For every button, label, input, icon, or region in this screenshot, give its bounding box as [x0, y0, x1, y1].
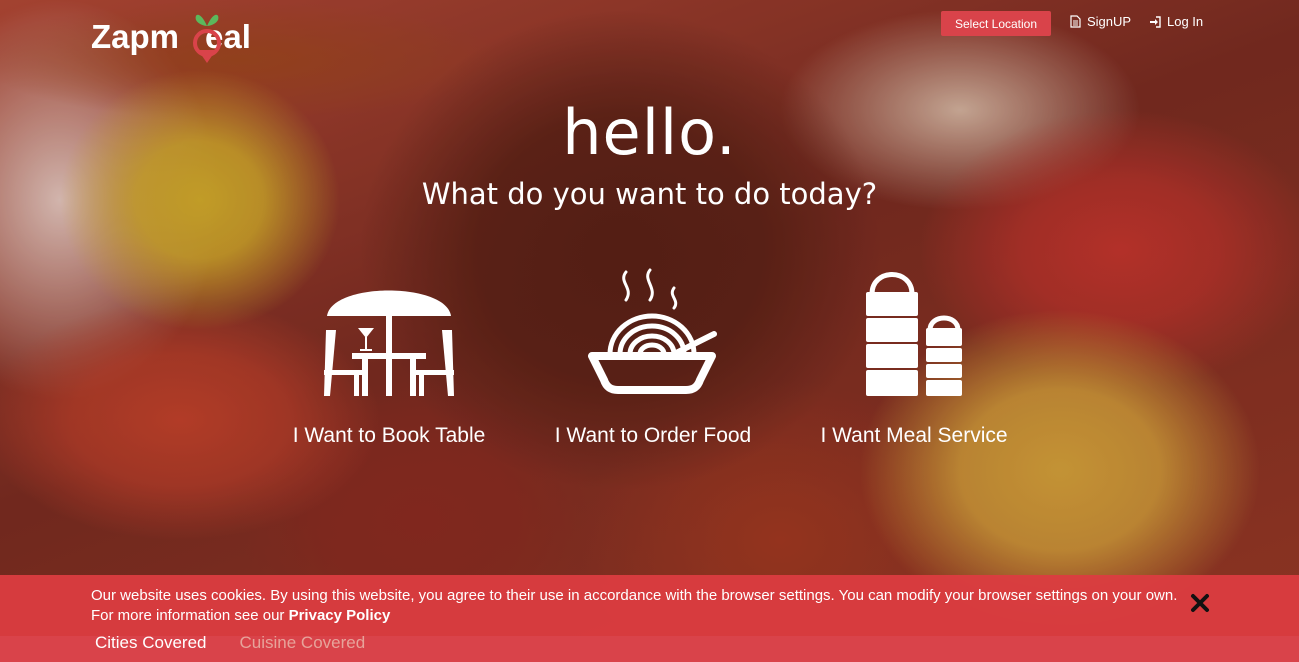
cookie-message: Our website uses cookies. By using this … [91, 586, 1181, 626]
privacy-policy-link[interactable]: Privacy Policy [289, 607, 391, 624]
document-icon [1070, 15, 1081, 28]
stats-row: Cities Covered Cuisine Covered [95, 633, 365, 653]
hero-title: hello. [562, 96, 737, 169]
tomato-pin-icon [193, 14, 221, 63]
order-food-option[interactable]: I Want to Order Food [538, 258, 768, 448]
book-table-label: I Want to Book Table [292, 424, 486, 447]
zapmeal-logo[interactable]: Zapm eal [91, 6, 261, 66]
signup-label: SignUP [1087, 14, 1132, 29]
sign-in-icon [1150, 15, 1161, 28]
hero-subtitle: What do you want to do today? [421, 177, 878, 211]
noodle-bowl-icon [588, 268, 717, 394]
close-icon[interactable] [1188, 591, 1212, 615]
tiffin-box-icon [866, 272, 962, 396]
meal-service-label: I Want Meal Service [820, 424, 1008, 447]
book-table-option[interactable]: I Want to Book Table [274, 258, 504, 448]
cookie-banner: Our website uses cookies. By using this … [0, 575, 1299, 636]
cookie-message-text: Our website uses cookies. By using this … [91, 587, 1178, 624]
select-location-button[interactable]: Select Location [941, 11, 1051, 36]
login-link[interactable]: Log In [1149, 14, 1203, 29]
logo-text: Zapm eal [91, 18, 251, 55]
meal-service-option[interactable]: I Want Meal Service [799, 258, 1029, 448]
login-label: Log In [1167, 14, 1204, 29]
order-food-label: I Want to Order Food [554, 424, 752, 447]
signup-link[interactable]: SignUP [1070, 14, 1131, 29]
cuisine-covered-label: Cuisine Covered [239, 633, 366, 652]
table-umbrella-icon [324, 290, 454, 396]
cities-covered-label: Cities Covered [95, 633, 207, 652]
